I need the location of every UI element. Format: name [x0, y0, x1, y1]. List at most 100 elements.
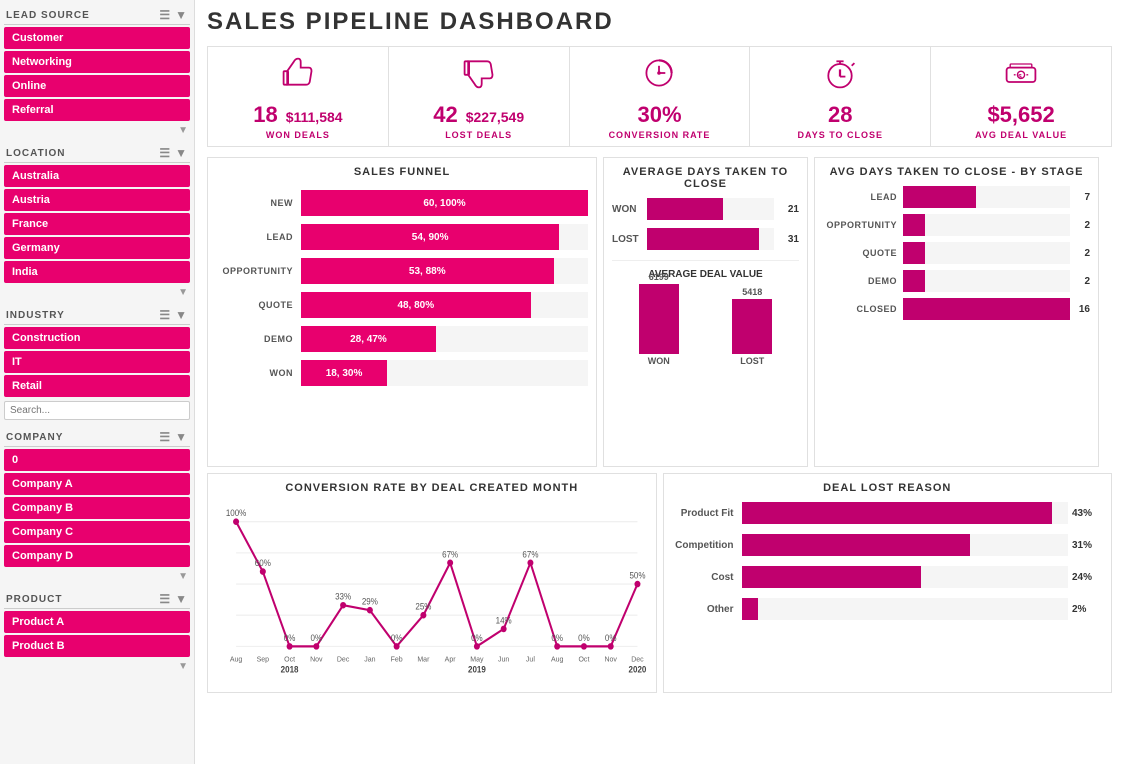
stage-bar: [903, 270, 925, 292]
filter-sort-icon[interactable]: ☰: [159, 8, 171, 22]
avg-deal-label: AVG DEAL VALUE: [975, 130, 1067, 140]
avg-deal-numbers: $5,652: [987, 102, 1054, 128]
funnel-row: QUOTE 48, 80%: [216, 292, 588, 318]
lead-source-item-customer[interactable]: Customer: [4, 27, 190, 49]
company-item-a[interactable]: Company A: [4, 473, 190, 495]
company-item-0[interactable]: 0: [4, 449, 190, 471]
funnel-row: OPPORTUNITY 53, 88%: [216, 258, 588, 284]
svg-text:67%: 67%: [522, 549, 539, 559]
svg-text:29%: 29%: [362, 596, 379, 606]
svg-text:Jan: Jan: [364, 654, 375, 663]
svg-text:Jul: Jul: [526, 654, 535, 663]
svg-text:0%: 0%: [551, 633, 563, 643]
svg-text:Jun: Jun: [498, 654, 509, 663]
svg-text:0%: 0%: [605, 633, 617, 643]
filter-funnel-icon[interactable]: ▼: [175, 8, 188, 22]
avg-deal-value-section: AVERAGE DEAL VALUE 6199 WON 5418 LOST: [612, 260, 799, 366]
industry-item-retail[interactable]: Retail: [4, 375, 190, 397]
conversion-rate-value: 30%: [637, 102, 681, 128]
lost-reason-label: Product Fit: [672, 508, 742, 519]
thumbs-up-icon: [280, 55, 316, 98]
stage-row: QUOTE 2: [823, 242, 1090, 264]
product-scroll-down[interactable]: ▼: [176, 661, 190, 672]
stage-label: QUOTE: [823, 248, 903, 258]
lost-reason-pct: 24%: [1068, 572, 1103, 583]
lead-source-item-networking[interactable]: Networking: [4, 51, 190, 73]
funnel-bar: 54, 90%: [301, 224, 559, 250]
svg-text:50%: 50%: [629, 570, 646, 580]
stage-bars: LEAD 7 OPPORTUNITY 2 QUOTE 2 DEMO 2 CLOS…: [823, 186, 1090, 320]
lost-reason-pct: 31%: [1068, 540, 1103, 551]
deal-bar-value: 5418: [742, 287, 762, 297]
avg-deal-value: $5,652: [987, 102, 1054, 128]
product-item-b[interactable]: Product B: [4, 635, 190, 657]
stage-label: CLOSED: [823, 304, 903, 314]
stopwatch-icon: [822, 55, 858, 98]
conversion-chart-title: CONVERSION RATE BY DEAL CREATED MONTH: [216, 482, 648, 494]
stage-bar: [903, 214, 925, 236]
svg-text:Aug: Aug: [551, 654, 563, 663]
location-item-australia[interactable]: Australia: [4, 165, 190, 187]
filter-header-location: LOCATION ☰ ▼: [4, 142, 190, 163]
product-funnel-icon[interactable]: ▼: [175, 592, 188, 606]
stage-value: 2: [1070, 248, 1090, 259]
deal-bar-item: 5418 LOST: [732, 287, 772, 366]
funnel-bar-text: 53, 88%: [409, 266, 446, 277]
funnel-row-label: OPPORTUNITY: [216, 266, 301, 276]
line-chart-svg: 100%60%0%0%33%29%0%25%67%0%14%67%0%0%0%5…: [216, 502, 648, 677]
avg-days-value: 31: [774, 234, 799, 245]
lost-deals-value: $227,549: [466, 109, 524, 125]
avg-days-bars: WON 21 LOST 31: [612, 198, 799, 250]
stage-value: 16: [1070, 304, 1090, 315]
svg-text:14%: 14%: [496, 615, 513, 625]
location-item-india[interactable]: India: [4, 261, 190, 283]
company-item-c[interactable]: Company C: [4, 521, 190, 543]
lead-source-item-referral[interactable]: Referral: [4, 99, 190, 121]
industry-funnel-icon[interactable]: ▼: [175, 308, 188, 322]
company-sort-icon[interactable]: ☰: [159, 430, 171, 444]
industry-item-construction[interactable]: Construction: [4, 327, 190, 349]
location-sort-icon[interactable]: ☰: [159, 146, 171, 160]
lead-source-list: Customer Networking Online Referral: [4, 27, 190, 123]
avg-days-value: 21: [774, 204, 799, 215]
money-icon: $: [1003, 55, 1039, 98]
lead-source-scroll-down[interactable]: ▼: [176, 125, 190, 136]
company-item-b[interactable]: Company B: [4, 497, 190, 519]
location-item-germany[interactable]: Germany: [4, 237, 190, 259]
company-item-d[interactable]: Company D: [4, 545, 190, 567]
filter-header-product: PRODUCT ☰ ▼: [4, 588, 190, 609]
product-item-a[interactable]: Product A: [4, 611, 190, 633]
location-scroll-down[interactable]: ▼: [176, 287, 190, 298]
stage-label: OPPORTUNITY: [823, 220, 903, 230]
svg-text:Feb: Feb: [391, 654, 403, 663]
stage-row: OPPORTUNITY 2: [823, 214, 1090, 236]
funnel-row-label: NEW: [216, 198, 301, 208]
product-sort-icon[interactable]: ☰: [159, 592, 171, 606]
industry-item-it[interactable]: IT: [4, 351, 190, 373]
company-scroll-down[interactable]: ▼: [176, 571, 190, 582]
conversion-chart: CONVERSION RATE BY DEAL CREATED MONTH 10…: [207, 473, 657, 693]
svg-text:Nov: Nov: [604, 654, 617, 663]
industry-search-input[interactable]: [4, 401, 190, 420]
svg-text:0%: 0%: [284, 633, 296, 643]
funnel-row-label: DEMO: [216, 334, 301, 344]
kpi-won-deals: 18 $111,584 WON DEALS: [208, 47, 389, 146]
location-item-france[interactable]: France: [4, 213, 190, 235]
location-funnel-icon[interactable]: ▼: [175, 146, 188, 160]
filter-section-company: COMPANY ☰ ▼ 0 Company A Company B Compan…: [4, 426, 190, 582]
company-funnel-icon[interactable]: ▼: [175, 430, 188, 444]
avg-days-label: WON: [612, 204, 647, 215]
lost-reason-bar-container: [742, 534, 1069, 556]
lead-source-item-online[interactable]: Online: [4, 75, 190, 97]
funnel-bar-container: 48, 80%: [301, 292, 588, 318]
stage-bar-container: [903, 242, 1070, 264]
lost-reason-bar: [742, 598, 758, 620]
location-item-austria[interactable]: Austria: [4, 189, 190, 211]
kpi-row: 18 $111,584 WON DEALS 42 $227,549 LOST D…: [207, 46, 1112, 147]
kpi-lost-deals: 42 $227,549 LOST DEALS: [389, 47, 570, 146]
svg-text:0%: 0%: [578, 633, 590, 643]
svg-text:0%: 0%: [311, 633, 323, 643]
svg-text:2020: 2020: [629, 664, 647, 674]
industry-sort-icon[interactable]: ☰: [159, 308, 171, 322]
filter-label-location: LOCATION: [6, 148, 65, 159]
